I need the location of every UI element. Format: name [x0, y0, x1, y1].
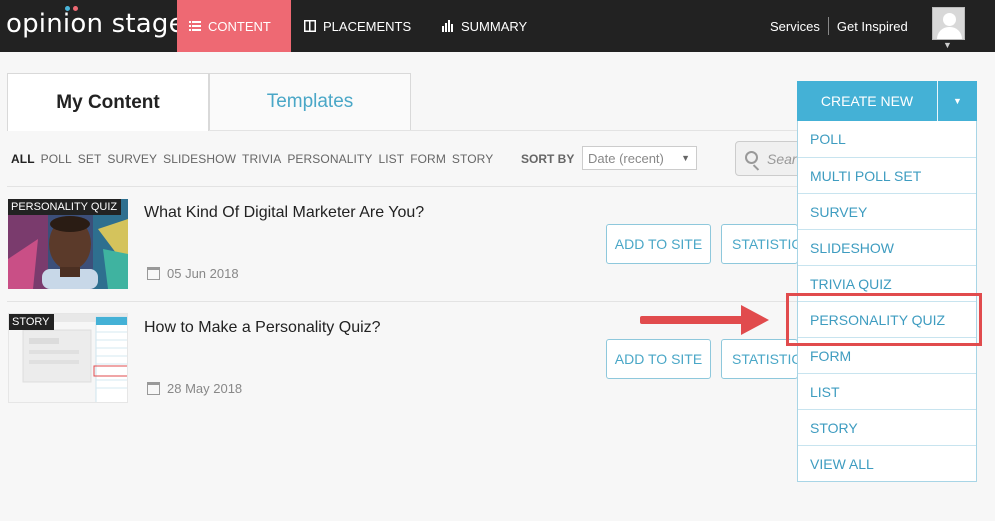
filter-form[interactable]: FORM — [410, 152, 446, 166]
create-new-label: CREATE NEW — [820, 93, 914, 109]
nav-tab-content[interactable]: CONTENT — [177, 0, 291, 52]
search-icon — [745, 151, 758, 164]
statistics-label: STATISTICS — [732, 236, 797, 252]
filter-slideshow[interactable]: SLIDESHOW — [163, 152, 236, 166]
filter-list[interactable]: LIST — [378, 152, 404, 166]
menu-item-multi-poll-set[interactable]: MULTI POLL SET — [798, 157, 976, 193]
menu-item-story[interactable]: STORY — [798, 409, 976, 445]
calendar-icon — [147, 382, 160, 395]
menu-item-poll[interactable]: POLL — [798, 121, 976, 157]
item-date: 05 Jun 2018 — [147, 266, 239, 281]
annotation-arrow — [640, 316, 744, 324]
item-type-badge: PERSONALITY QUIZ — [8, 199, 122, 215]
statistics-label: STATISTICS — [732, 351, 797, 367]
search-input[interactable]: Search — [735, 141, 805, 176]
menu-item-list[interactable]: LIST — [798, 373, 976, 409]
chevron-down-icon[interactable]: ▼ — [938, 96, 977, 106]
add-to-site-label: ADD TO SITE — [614, 351, 703, 367]
sort-by-label: SORT BY — [521, 152, 575, 166]
filter-personality[interactable]: PERSONALITY — [287, 152, 372, 166]
filter-set[interactable]: SET — [78, 152, 102, 166]
calendar-icon — [147, 267, 160, 280]
top-right-links: Services Get Inspired — [770, 0, 908, 52]
nav-tab-summary-label: SUMMARY — [461, 18, 528, 34]
menu-item-slideshow[interactable]: SLIDESHOW — [798, 229, 976, 265]
logo-dot-pink — [73, 6, 78, 11]
add-to-site-label: ADD TO SITE — [614, 236, 703, 252]
filter-poll[interactable]: POLL — [41, 152, 72, 166]
list-icon — [189, 20, 201, 32]
statistics-button[interactable]: STATISTICS — [721, 224, 798, 264]
sort-select[interactable]: Date (recent) ▼ — [582, 146, 697, 170]
item-date: 28 May 2018 — [147, 381, 242, 396]
item-title[interactable]: What Kind Of Digital Marketer Are You? — [144, 204, 424, 222]
row-divider — [7, 301, 797, 302]
row-divider — [7, 186, 797, 187]
menu-item-survey[interactable]: SURVEY — [798, 193, 976, 229]
logo-text: opinion stage — [6, 9, 185, 39]
select-caret-icon: ▼ — [681, 153, 690, 163]
opinion-stage-logo[interactable]: opinion stage — [6, 6, 185, 39]
layout-icon — [304, 20, 316, 32]
item-thumbnail[interactable]: PERSONALITY QUIZ — [8, 199, 128, 289]
link-divider — [827, 17, 829, 35]
tab-templates-label: Templates — [266, 91, 354, 112]
add-to-site-button[interactable]: ADD TO SITE — [606, 339, 711, 379]
nav-tab-placements-label: PLACEMENTS — [323, 18, 412, 34]
filter-trivia[interactable]: TRIVIA — [242, 152, 281, 166]
annotation-arrow-head — [741, 305, 769, 335]
tab-my-content[interactable]: My Content — [7, 73, 209, 131]
item-type-badge: STORY — [9, 314, 54, 330]
item-date-text: 28 May 2018 — [167, 381, 243, 396]
filter-story[interactable]: STORY — [452, 152, 493, 166]
tab-my-content-label: My Content — [56, 91, 160, 113]
create-new-button[interactable]: CREATE NEW ▼ — [797, 81, 977, 121]
bar-chart-icon — [442, 20, 454, 32]
top-nav-bar: opinion stage CONTENT PLACEMENTS SUMMARY… — [0, 0, 995, 52]
item-thumbnail[interactable]: STORY — [8, 313, 128, 403]
menu-item-view-all[interactable]: VIEW ALL — [798, 445, 976, 481]
get-inspired-link[interactable]: Get Inspired — [837, 19, 908, 34]
filter-all[interactable]: ALL — [11, 152, 35, 166]
item-title[interactable]: How to Make a Personality Quiz? — [144, 319, 381, 337]
annotation-highlight-box — [786, 293, 982, 346]
logo-dot-blue — [65, 6, 70, 11]
services-link[interactable]: Services — [770, 19, 820, 34]
tab-templates[interactable]: Templates — [209, 73, 411, 130]
chevron-down-icon[interactable]: ▼ — [943, 40, 952, 50]
content-type-filters: ALL POLL SET SURVEY SLIDESHOW TRIVIA PER… — [11, 152, 499, 166]
item-date-text: 05 Jun 2018 — [167, 266, 239, 281]
nav-tab-content-label: CONTENT — [208, 18, 271, 34]
user-avatar-icon[interactable] — [932, 7, 965, 40]
filter-survey[interactable]: SURVEY — [107, 152, 157, 166]
nav-tab-placements[interactable]: PLACEMENTS — [292, 0, 423, 52]
add-to-site-button[interactable]: ADD TO SITE — [606, 224, 711, 264]
nav-tab-summary[interactable]: SUMMARY — [430, 0, 539, 52]
sort-select-value: Date (recent) — [588, 151, 664, 166]
